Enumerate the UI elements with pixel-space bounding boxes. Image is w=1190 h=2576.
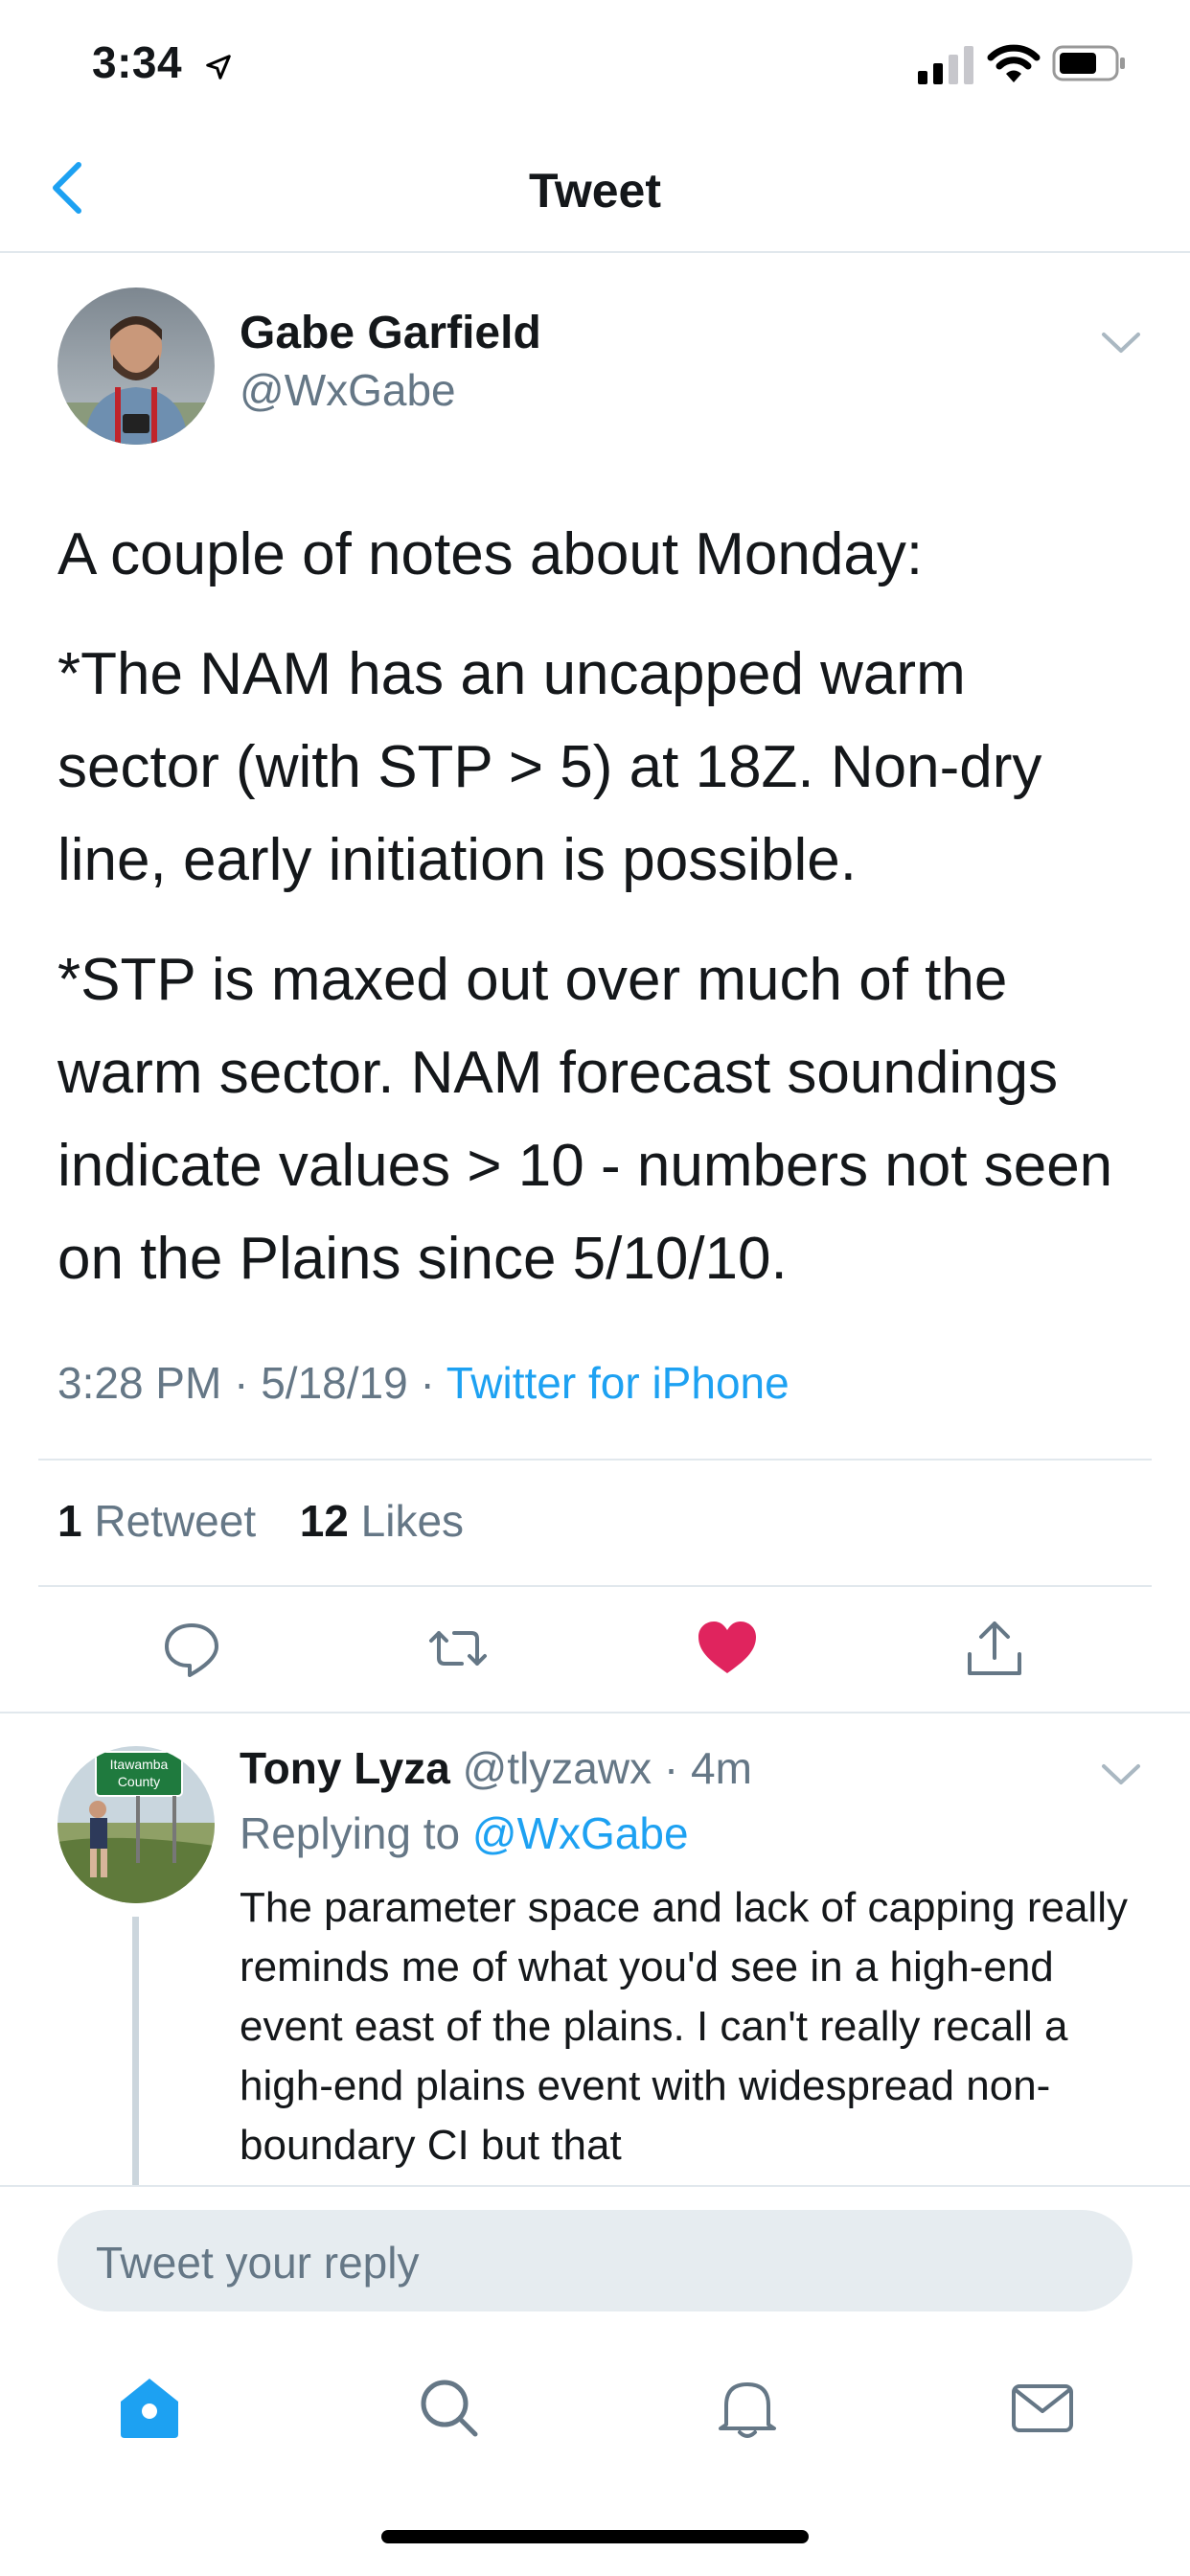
meta-separator: · xyxy=(420,1358,446,1408)
location-arrow-icon xyxy=(204,40,233,92)
meta-separator: · xyxy=(234,1358,262,1408)
battery-icon xyxy=(1052,44,1129,82)
reply-age-separator: · xyxy=(652,1743,691,1793)
replying-to: Replying to @WxGabe xyxy=(240,1807,689,1859)
reply-composer[interactable] xyxy=(57,2210,1133,2312)
retweet-label: Retweet xyxy=(94,1496,257,1546)
wifi-icon xyxy=(987,42,1041,84)
actions-divider xyxy=(0,1712,1190,1714)
reply-icon xyxy=(165,1623,218,1677)
home-icon xyxy=(121,2379,178,2438)
sign-line-2: County xyxy=(118,1774,160,1789)
heart-filled-icon xyxy=(698,1622,756,1673)
page-title: Tweet xyxy=(529,164,661,218)
search-icon xyxy=(421,2380,478,2437)
share-button[interactable] xyxy=(964,1618,1025,1679)
home-indicator[interactable] xyxy=(381,2530,809,2543)
chevron-down-icon xyxy=(1102,333,1140,353)
tweet-stats: 1 Retweet 12 Likes xyxy=(57,1495,464,1547)
tweet-paragraph: A couple of notes about Monday: xyxy=(57,521,924,587)
bell-icon xyxy=(719,2382,776,2438)
tweet-date: 5/18/19 xyxy=(261,1358,408,1408)
tweet-text: A couple of notes about Monday: *The NAM… xyxy=(57,508,1140,1332)
reply-author-handle[interactable]: @tlyzawx xyxy=(463,1743,652,1793)
tweet-paragraph: *The NAM has an uncapped warm sector (wi… xyxy=(57,641,1042,893)
like-label: Likes xyxy=(360,1496,465,1546)
status-time-text: 3:34 xyxy=(92,37,183,87)
reply-header: Tony Lyza @tlyzawx · 4m xyxy=(240,1742,752,1794)
tab-messages[interactable] xyxy=(1008,2373,1077,2442)
replying-to-label: Replying to xyxy=(240,1808,461,1858)
thread-line xyxy=(132,1917,139,2195)
tab-home[interactable] xyxy=(115,2373,184,2442)
retweet-button[interactable] xyxy=(427,1618,489,1679)
retweets-stat[interactable]: 1 Retweet xyxy=(57,1496,256,1546)
reply-author-name[interactable]: Tony Lyza xyxy=(240,1743,450,1793)
reply-author-avatar[interactable]: Itawamba County xyxy=(57,1746,215,1903)
reply-button[interactable] xyxy=(161,1618,222,1679)
tweet-meta: 3:28 PM · 5/18/19 · Twitter for iPhone xyxy=(57,1357,790,1409)
cellular-signal-icon xyxy=(918,46,975,84)
likes-stat[interactable]: 12 Likes xyxy=(300,1496,464,1546)
mail-icon xyxy=(1012,2384,1073,2432)
stats-divider xyxy=(38,1585,1152,1587)
composer-divider xyxy=(0,2185,1190,2187)
tweet-paragraph: *STP is maxed out over much of the warm … xyxy=(57,947,1113,1292)
reply-options-button[interactable] xyxy=(1100,1761,1142,1788)
reply-input[interactable] xyxy=(94,2233,1094,2292)
share-icon xyxy=(968,1622,1021,1675)
tab-search[interactable] xyxy=(414,2373,483,2442)
like-button[interactable] xyxy=(697,1618,758,1679)
author-name[interactable]: Gabe Garfield xyxy=(240,307,541,359)
sign-line-1: Itawamba xyxy=(110,1757,169,1772)
nav-divider xyxy=(0,251,1190,253)
retweet-count: 1 xyxy=(57,1496,82,1546)
tweet-source-link[interactable]: Twitter for iPhone xyxy=(446,1358,790,1408)
status-time: 3:34 xyxy=(92,36,233,92)
reply-age: 4m xyxy=(690,1743,752,1793)
replying-to-handle[interactable]: @WxGabe xyxy=(472,1808,689,1858)
meta-divider xyxy=(38,1459,1152,1460)
tweet-time: 3:28 PM xyxy=(57,1358,222,1408)
retweet-icon xyxy=(429,1631,487,1666)
author-handle[interactable]: @WxGabe xyxy=(240,364,456,416)
author-avatar[interactable] xyxy=(57,288,215,445)
like-count: 12 xyxy=(299,1496,349,1546)
chevron-down-icon xyxy=(1102,1764,1140,1784)
tweet-options-button[interactable] xyxy=(1100,330,1142,356)
reply-text: The parameter space and lack of capping … xyxy=(240,1884,1128,2169)
tab-notifications[interactable] xyxy=(713,2373,782,2442)
